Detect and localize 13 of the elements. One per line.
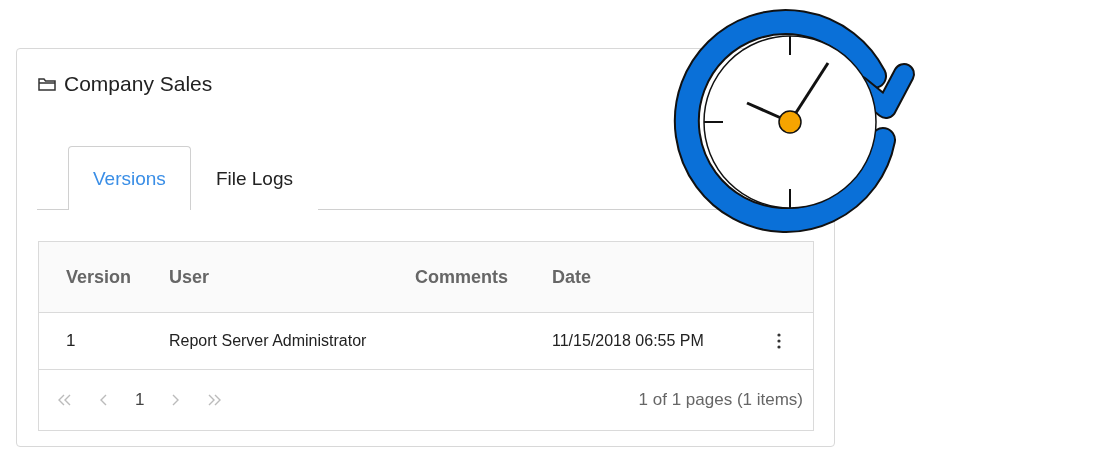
column-header[interactable]: Version [66,266,132,287]
panel-title: Company Sales [64,72,213,96]
column-header[interactable]: Comments [415,266,508,287]
more-icon[interactable] [777,333,781,349]
tab[interactable]: Versions [68,146,191,210]
folder-icon [38,77,56,91]
table-cell: Report Server Administrator [169,332,367,349]
table-cell: 1 [66,331,76,350]
column-header[interactable]: Date [552,266,591,287]
table-cell: 11/15/2018 06:55 PM [552,332,704,349]
page-summary: 1 of 1 pages (1 items) [638,390,803,410]
page-number[interactable]: 1 [135,390,145,410]
column-header[interactable]: User [169,266,210,287]
